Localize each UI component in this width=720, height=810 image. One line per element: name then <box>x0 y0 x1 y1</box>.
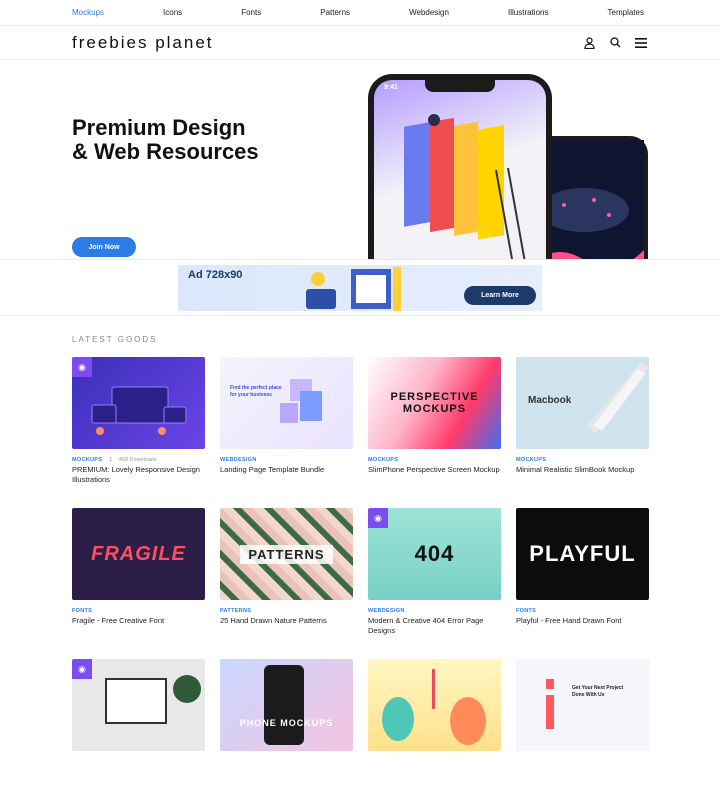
phone-notch <box>425 80 495 92</box>
product-category[interactable]: MOCKUPS <box>72 457 102 463</box>
product-title[interactable]: 25 Hand Drawn Nature Patterns <box>220 616 353 626</box>
product-thumbnail[interactable]: PLAYFUL <box>516 508 649 600</box>
phone-illustration <box>264 665 304 745</box>
product-meta: PATTERNS <box>220 607 353 615</box>
user-icon[interactable] <box>582 36 596 50</box>
phone-screen: 9:41 <box>374 80 546 259</box>
books-illustration <box>404 114 526 259</box>
product-card[interactable]: Get Your Next Project Done With Us <box>516 659 649 810</box>
search-icon[interactable] <box>608 36 622 50</box>
product-title[interactable]: Minimal Realistic SlimBook Mockup <box>516 465 649 475</box>
product-thumbnail[interactable]: FRAGILE <box>72 508 205 600</box>
product-title[interactable]: SlimPhone Perspective Screen Mockup <box>368 465 501 475</box>
product-title[interactable]: Fragile - Free Creative Font <box>72 616 205 626</box>
hero-title: Premium Design & Web Resources <box>72 116 259 164</box>
product-title[interactable]: PREMIUM: Lovely Responsive Design Illust… <box>72 465 205 485</box>
product-card[interactable]: ◉ MOCKUPS ↧ 458 Downloads PREMIUM: Lovel… <box>72 357 205 508</box>
product-category[interactable]: WEBDESIGN <box>368 608 405 614</box>
product-card[interactable]: Find the perfect place for your business… <box>220 357 353 508</box>
product-category[interactable]: FONTS <box>72 608 92 614</box>
product-meta: MOCKUPS <box>368 456 501 464</box>
ad-banner-row: Ad 728x90 Learn More <box>0 260 720 316</box>
download-count: 458 Downloads <box>118 457 157 463</box>
thumb-text: Find the perfect place for your business <box>230 385 282 398</box>
thumb-text: Macbook <box>528 395 572 406</box>
lighthouse-illustration <box>546 679 554 729</box>
menu-icon[interactable] <box>634 36 648 50</box>
thumb-text: PATTERNS <box>240 544 333 564</box>
product-card[interactable]: PATTERNS PATTERNS 25 Hand Drawn Nature P… <box>220 508 353 659</box>
site-header: freebies planet <box>0 26 720 60</box>
product-thumbnail[interactable]: ◉ <box>72 659 205 751</box>
thumb-text: PLAYFUL <box>529 541 636 566</box>
product-thumbnail[interactable]: 404 ◉ <box>368 508 501 600</box>
product-thumbnail[interactable]: Get Your Next Project Done With Us <box>516 659 649 751</box>
product-card[interactable]: FRAGILE FONTS Fragile - Free Creative Fo… <box>72 508 205 659</box>
join-now-button[interactable]: Join Now <box>72 237 136 257</box>
lock-icon: ◉ <box>72 659 92 679</box>
site-logo[interactable]: freebies planet <box>72 33 214 53</box>
product-category[interactable]: MOCKUPS <box>368 457 398 463</box>
nav-fonts[interactable]: Fonts <box>241 8 261 17</box>
thumb-text: 404 <box>414 541 455 566</box>
product-meta: FONTS <box>72 607 205 615</box>
nav-webdesign[interactable]: Webdesign <box>409 8 449 17</box>
product-meta: WEBDESIGN <box>220 456 353 464</box>
lock-icon: ◉ <box>72 357 92 377</box>
city-domes-illustration <box>382 669 486 745</box>
product-thumbnail[interactable]: Find the perfect place for your business <box>220 357 353 449</box>
product-meta: FONTS <box>516 607 649 615</box>
product-card[interactable]: Macbook MOCKUPS Minimal Realistic SlimBo… <box>516 357 649 508</box>
product-category[interactable]: WEBDESIGN <box>220 457 257 463</box>
product-category[interactable]: MOCKUPS <box>516 457 546 463</box>
product-category[interactable]: PATTERNS <box>220 608 251 614</box>
nav-mockups[interactable]: Mockups <box>72 8 104 17</box>
product-category[interactable]: FONTS <box>516 608 536 614</box>
download-icon: ↧ <box>108 457 113 463</box>
product-title[interactable]: Playful - Free Hand Drawn Font <box>516 616 649 626</box>
product-meta: WEBDESIGN <box>368 607 501 615</box>
latest-goods-title: LATEST GOODS <box>72 335 158 344</box>
nav-illustrations[interactable]: Illustrations <box>508 8 548 17</box>
product-card[interactable]: 404 ◉ WEBDESIGN Modern & Creative 404 Er… <box>368 508 501 659</box>
product-card[interactable]: PERSPECTIVE MOCKUPS MOCKUPS SlimPhone Pe… <box>368 357 501 508</box>
hero-section: Premium Design & Web Resources Join Now … <box>0 60 720 260</box>
learn-more-button[interactable]: Learn More <box>464 286 536 305</box>
nav-patterns[interactable]: Patterns <box>320 8 350 17</box>
product-title[interactable]: Modern & Creative 404 Error Page Designs <box>368 616 501 636</box>
ad-label: Ad 728x90 <box>188 269 243 281</box>
nav-icons[interactable]: Icons <box>163 8 182 17</box>
latest-goods-grid: ◉ MOCKUPS ↧ 458 Downloads PREMIUM: Lovel… <box>72 357 649 810</box>
product-thumbnail[interactable]: ◉ <box>72 357 205 449</box>
hero-phone-front-image: 9:41 <box>368 74 552 259</box>
product-card[interactable]: PHONE MOCKUPS <box>220 659 353 810</box>
product-meta: MOCKUPS <box>516 456 649 464</box>
product-thumbnail[interactable] <box>368 659 501 751</box>
product-card[interactable]: PLAYFUL FONTS Playful - Free Hand Drawn … <box>516 508 649 659</box>
top-category-nav: Mockups Icons Fonts Patterns Webdesign I… <box>0 0 720 26</box>
phone-time: 9:41 <box>384 84 399 91</box>
thumb-text: PERSPECTIVE MOCKUPS <box>390 391 479 415</box>
product-thumbnail[interactable]: PHONE MOCKUPS <box>220 659 353 751</box>
ad-illustration <box>306 267 401 311</box>
nav-templates[interactable]: Templates <box>608 8 644 17</box>
product-meta: MOCKUPS ↧ 458 Downloads <box>72 456 205 464</box>
product-thumbnail[interactable]: PERSPECTIVE MOCKUPS <box>368 357 501 449</box>
lock-icon: ◉ <box>368 508 388 528</box>
landing-page-illustration <box>280 379 322 423</box>
product-title[interactable]: Landing Page Template Bundle <box>220 465 353 475</box>
product-card[interactable] <box>368 659 501 810</box>
product-thumbnail[interactable]: Macbook <box>516 357 649 449</box>
thumb-text: FRAGILE <box>91 542 186 565</box>
header-actions <box>582 36 648 50</box>
thumb-text: Get Your Next Project Done With Us <box>572 685 624 698</box>
hero-title-line-1: Premium Design <box>72 115 246 140</box>
ad-banner[interactable]: Ad 728x90 Learn More <box>178 265 542 311</box>
product-card[interactable]: ◉ <box>72 659 205 810</box>
product-thumbnail[interactable]: PATTERNS <box>220 508 353 600</box>
hero-title-line-2: & Web Resources <box>72 139 259 164</box>
